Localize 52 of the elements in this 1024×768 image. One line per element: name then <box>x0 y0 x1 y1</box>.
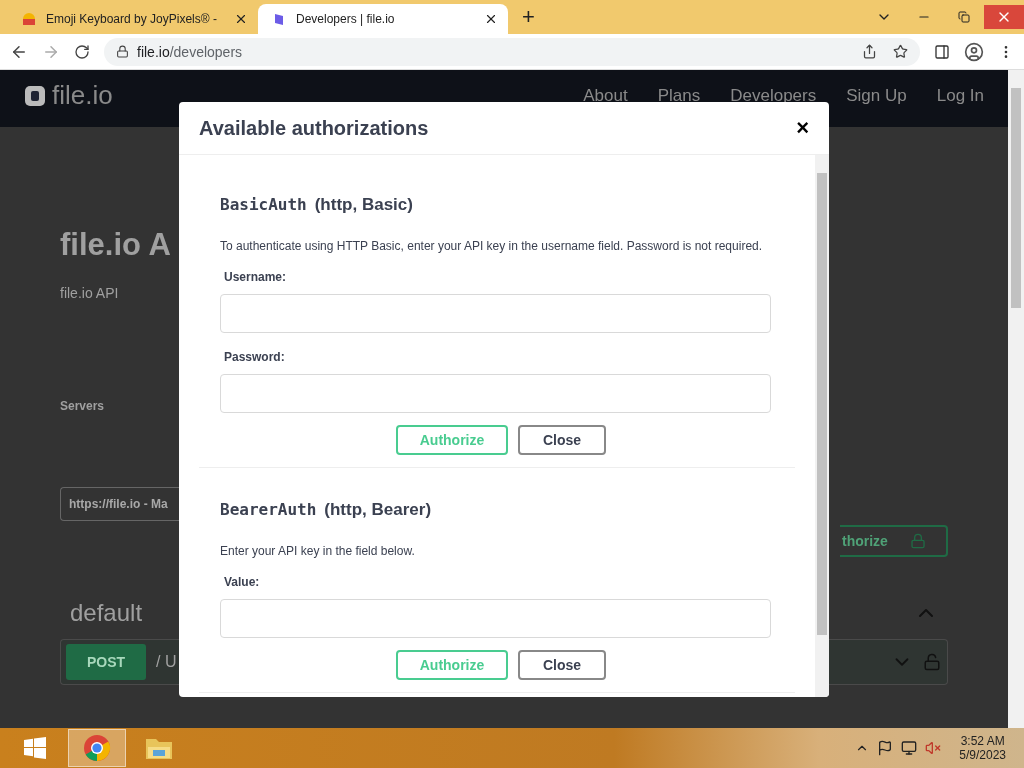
lock-icon <box>923 653 941 671</box>
nav-link[interactable]: Log In <box>936 86 984 106</box>
profile-icon[interactable] <box>964 41 984 62</box>
field-label: Password: <box>224 350 286 364</box>
operation-row-end[interactable] <box>829 639 948 685</box>
page-subtitle: file.io API <box>60 285 119 301</box>
emoji-icon <box>22 12 36 26</box>
close-button[interactable]: × <box>790 115 815 141</box>
nav-link[interactable]: Developers <box>730 86 817 106</box>
dialog-scrollbar[interactable] <box>815 155 829 697</box>
new-tab-button[interactable]: + <box>522 4 535 30</box>
field-label: Value: <box>224 575 261 589</box>
browser-tab[interactable]: Emoji Keyboard by JoyPixels® - <box>8 4 258 34</box>
address-bar[interactable]: file.io/developers <box>104 37 920 66</box>
lock-icon <box>909 533 926 549</box>
nav-link[interactable]: Plans <box>657 86 701 106</box>
network-icon[interactable] <box>901 740 918 756</box>
file-icon <box>272 12 286 26</box>
nav-link[interactable]: About <box>583 86 628 106</box>
volume-muted-icon[interactable] <box>925 740 942 756</box>
chrome-taskbar-icon[interactable] <box>68 729 126 767</box>
reload-icon[interactable] <box>74 43 90 60</box>
close-button[interactable] <box>984 5 1024 29</box>
clock[interactable]: 3:52 AM 5/9/2023 <box>959 734 1006 762</box>
scheme-title: BearerAuth (http, Bearer) <box>220 500 433 520</box>
operation-path: / U <box>156 653 177 671</box>
restore-icon <box>958 11 970 23</box>
dialog-title: Available authorizations <box>199 116 429 140</box>
close-icon[interactable] <box>484 12 498 26</box>
close-icon[interactable] <box>234 12 248 26</box>
close-button[interactable]: Close <box>518 650 606 680</box>
field-label: Username: <box>224 270 288 284</box>
windows-logo-icon <box>23 736 47 760</box>
input-field[interactable] <box>220 294 771 333</box>
page-title: file.io A <box>60 227 171 263</box>
scheme-description: To authenticate using HTTP Basic, enter your API key in the username field. Password is not required. <box>220 239 764 253</box>
input-field[interactable] <box>220 599 771 638</box>
scheme-description: Enter your API key in the field below. <box>220 544 416 558</box>
method-badge: POST <box>66 644 146 680</box>
section-header[interactable]: default <box>60 599 948 627</box>
scheme-title: BasicAuth (http, Basic) <box>220 195 414 215</box>
flag-icon[interactable] <box>877 740 894 756</box>
close-button[interactable]: Close <box>518 425 606 455</box>
browser-tab[interactable]: Developers | file.io <box>258 4 508 34</box>
servers-label: Servers <box>60 399 105 413</box>
nav-link[interactable]: Sign Up <box>846 86 907 106</box>
operation-row[interactable]: POST / U <box>60 639 179 685</box>
side-panel-icon[interactable] <box>934 43 950 60</box>
input-field[interactable] <box>220 374 771 413</box>
site-logo[interactable]: file.io <box>24 80 113 111</box>
authorize-button[interactable]: thorize <box>840 525 948 557</box>
page-scrollbar[interactable] <box>1008 70 1024 728</box>
